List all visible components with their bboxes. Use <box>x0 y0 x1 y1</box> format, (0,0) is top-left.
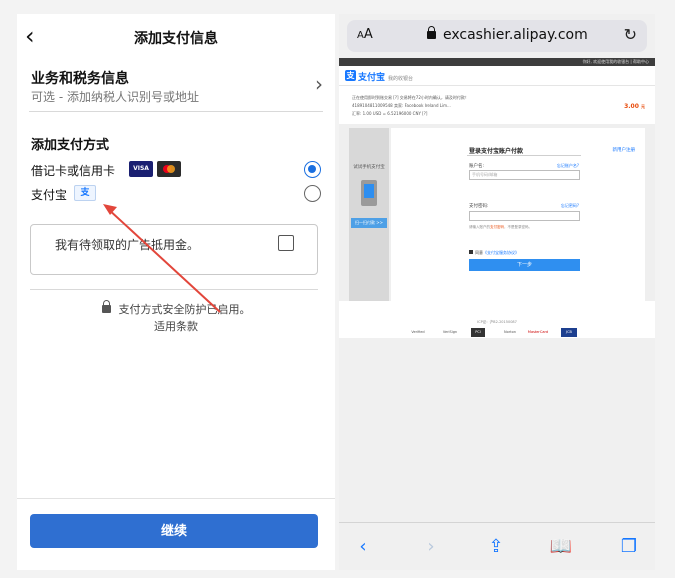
lock-icon <box>101 300 111 313</box>
phone-icon <box>361 180 377 206</box>
ad-credit-text: 我有待领取的广告抵用金。 <box>55 238 200 252</box>
badge: JCB <box>561 328 577 337</box>
alipay-option[interactable]: 支付宝 支 <box>31 184 321 204</box>
chevron-right-icon: › <box>315 72 323 96</box>
account-label: 账户名: <box>469 164 485 169</box>
password-hint: 请输入账户的支付密码，不是登录密码。 <box>469 225 532 229</box>
footer-text: ICP证：沪B2-20150087 <box>477 320 517 324</box>
order-info-line: 正在使用即时到账交易 [?] 交易将在72小时内确认，请及时付款！ <box>352 95 469 100</box>
arrow-head <box>103 204 117 215</box>
ad-credit-box[interactable]: 我有待领取的广告抵用金。 <box>30 224 318 275</box>
top-links[interactable]: 你好, 欢迎使用我的收银台 | 帮助中心 <box>583 59 649 65</box>
alipay-option-label: 支付宝 <box>31 188 68 202</box>
back-icon[interactable]: ‹ <box>351 537 375 557</box>
share-icon[interactable]: ⇪ <box>484 537 508 557</box>
payment-method-heading: 添加支付方式 <box>31 138 110 153</box>
divider <box>17 498 335 499</box>
badge: PCI <box>471 328 485 337</box>
card-option-label: 借记卡或信用卡 <box>31 164 116 178</box>
order-info-line: 4189104811009548 卖家: Facebook Ireland Li… <box>352 103 451 108</box>
badge: Norton <box>504 330 516 334</box>
payment-amount: 3.00 元 <box>624 103 645 110</box>
top-strip: 你好, 欢迎使用我的收银台 | 帮助中心 <box>339 58 655 66</box>
card-option[interactable]: 借记卡或信用卡 VISA <box>31 160 321 180</box>
add-payment-panel: ‹ 添加支付信息 业务和税务信息 可选 - 添加纳税人识别号或地址 › 添加支付… <box>17 14 335 570</box>
card-radio[interactable] <box>304 161 321 178</box>
alipay-cashier-page: 你好, 欢迎使用我的收银台 | 帮助中心 支支付宝 我的收银台 正在使用即时到账交… <box>339 58 655 338</box>
lock-icon <box>427 26 436 39</box>
forward-icon[interactable]: › <box>419 537 443 557</box>
text-size-button[interactable]: AA <box>357 27 373 42</box>
password-input[interactable] <box>469 211 580 221</box>
badge: Verified <box>411 330 425 334</box>
scan-pay-button[interactable]: 扫一扫付款 >> <box>351 218 387 228</box>
tax-info-title: 业务和税务信息 <box>31 71 129 87</box>
forgot-account-link[interactable]: 忘记账户名? <box>557 163 579 169</box>
terms-link[interactable]: 适用条款 <box>17 318 335 334</box>
divider <box>30 289 318 290</box>
agreement-row[interactable]: 同意《支付宝服务协议》 <box>469 250 519 256</box>
security-text: 支付方式安全防护已启用。 <box>118 303 251 316</box>
security-badges: Verified VeriSign PCI Norton MasterCard … <box>409 328 589 338</box>
alipay-logo: 支支付宝 我的收银台 <box>345 70 414 83</box>
safari-toolbar: ‹ › ⇪ 📖 ❐ <box>339 522 655 570</box>
reload-icon[interactable]: ↻ <box>624 25 637 44</box>
password-label: 支付密码: <box>469 204 489 209</box>
account-input[interactable]: 手机号码/邮箱 <box>469 170 580 180</box>
qr-pay-panel: 试试手机支付宝 扫一扫付款 >> <box>349 128 389 301</box>
scan-caption: 试试手机支付宝 <box>353 165 385 170</box>
tax-info-row[interactable]: 业务和税务信息 可选 - 添加纳税人识别号或地址 › <box>29 60 323 112</box>
exchange-rate-line: 汇率: 1.00 USD = 6.52196000 CNY [?] <box>352 111 428 116</box>
form-title: 登录支付宝账户付款 <box>469 148 524 155</box>
mastercard-icon <box>157 161 181 177</box>
divider <box>467 155 581 156</box>
forgot-password-link[interactable]: 忘记密码? <box>561 203 579 209</box>
page-title: 添加支付信息 <box>134 31 218 47</box>
divider <box>339 85 655 86</box>
badge: MasterCard SecureCode <box>527 330 549 334</box>
url-text[interactable]: excashier.alipay.com <box>443 27 588 43</box>
alipay-icon: 支 <box>74 185 96 201</box>
security-note: 支付方式安全防护已启用。 <box>17 300 335 317</box>
visa-icon: VISA <box>129 161 153 177</box>
screenshot-stage: ‹ 添加支付信息 业务和税务信息 可选 - 添加纳税人识别号或地址 › 添加支付… <box>0 0 675 578</box>
register-link[interactable]: 新用户注册 <box>613 147 636 153</box>
tax-info-subtitle: 可选 - 添加纳税人识别号或地址 <box>31 90 199 104</box>
next-button[interactable]: 下一步 <box>469 259 580 271</box>
alipay-radio[interactable] <box>304 185 321 202</box>
tabs-icon[interactable]: ❐ <box>617 537 641 557</box>
badge: VeriSign <box>442 330 458 334</box>
continue-button[interactable]: 继续 <box>30 514 318 548</box>
login-pay-form: 登录支付宝账户付款 新用户注册 账户名: 忘记账户名? 手机号码/邮箱 支付密码… <box>391 128 645 301</box>
bookmarks-icon[interactable]: 📖 <box>549 537 573 557</box>
alipay-icon: 支 <box>345 70 356 81</box>
address-bar[interactable]: AA excashier.alipay.com ↻ <box>347 20 647 52</box>
agree-checkbox[interactable] <box>469 250 473 254</box>
nav-bar: ‹ 添加支付信息 <box>17 14 335 60</box>
safari-panel: AA excashier.alipay.com ↻ 你好, 欢迎使用我的收银台 … <box>339 14 655 570</box>
ad-credit-checkbox[interactable] <box>278 235 294 251</box>
